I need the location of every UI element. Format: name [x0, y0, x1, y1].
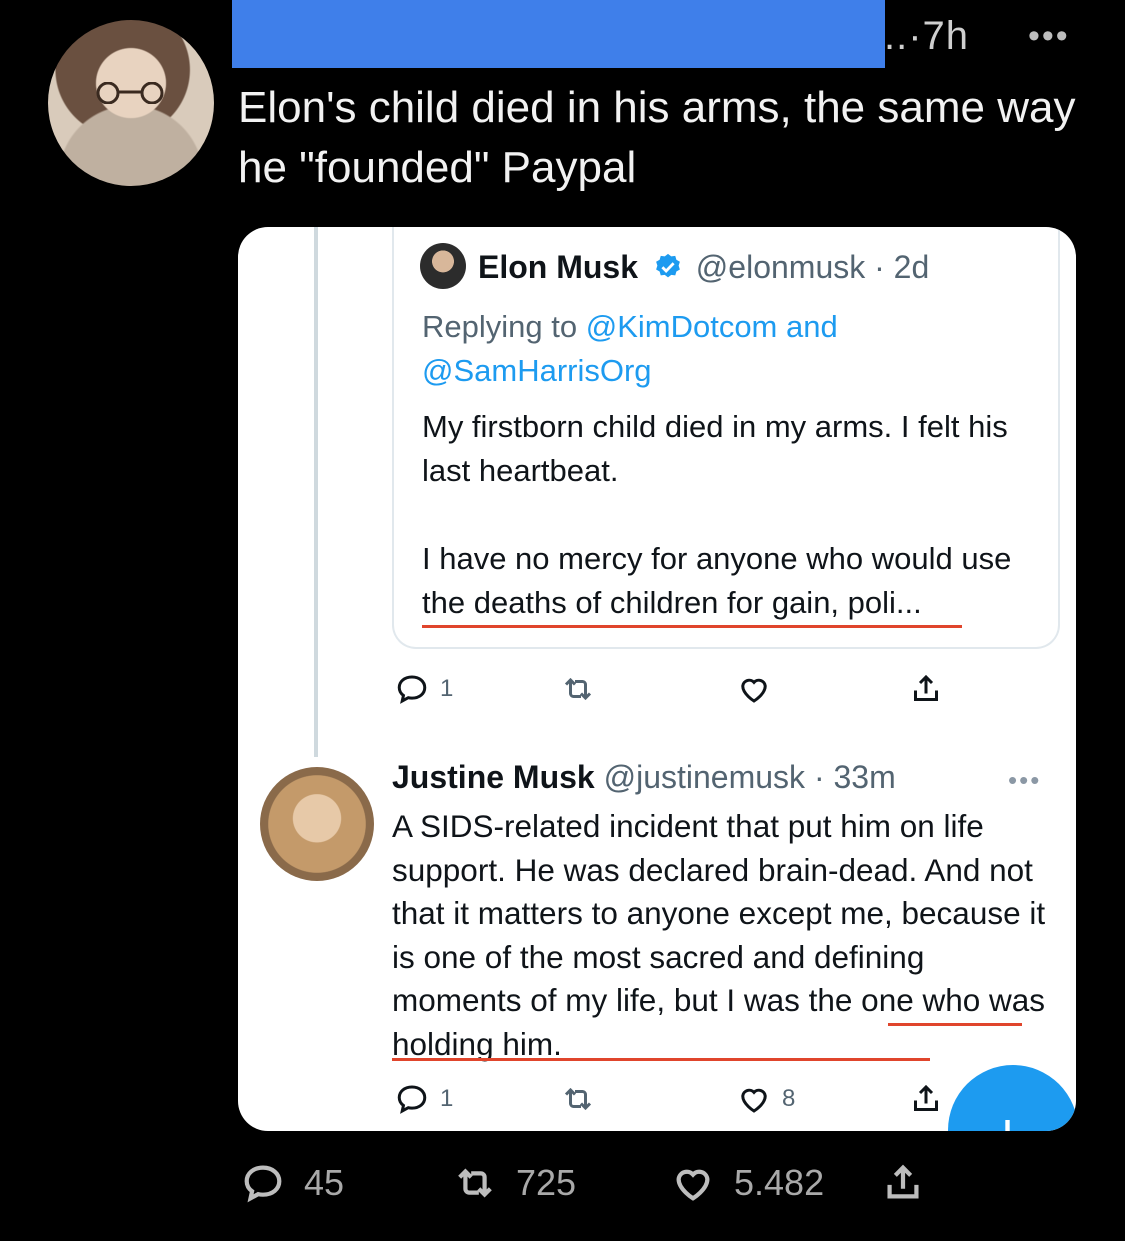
- like-button[interactable]: 5.482: [670, 1160, 824, 1206]
- heart-icon: [676, 1169, 710, 1201]
- red-underline-annotation: [888, 1023, 1022, 1026]
- reply-button[interactable]: 45: [240, 1160, 344, 1206]
- quoted-tweet-header: Elon Musk @elonmusk · 2d: [478, 249, 929, 286]
- red-underline-annotation: [392, 1058, 930, 1061]
- reply-age: · 33m: [813, 759, 896, 795]
- like-count: 8: [782, 1085, 796, 1112]
- reply-count: 1: [440, 1085, 454, 1112]
- reply-icon: [397, 675, 427, 704]
- heart-icon: [741, 678, 767, 703]
- embedded-screenshot-card: Elon Musk @elonmusk · 2d Replying to @Ki…: [238, 227, 1076, 1131]
- reply-to-link-kimdotcom[interactable]: @KimDotcom: [586, 309, 778, 344]
- reply-body: A SIDS-related incident that put him on …: [392, 808, 1046, 1062]
- share-icon: [914, 1084, 938, 1111]
- more-options-icon[interactable]: •••: [1028, 19, 1070, 53]
- author-avatar[interactable]: [48, 20, 214, 186]
- tweet-timestamp: ..·7h: [884, 14, 970, 58]
- justine-avatar[interactable]: [260, 767, 374, 881]
- quoted-author-handle[interactable]: @elonmusk: [696, 249, 865, 285]
- quoted-tweet-body: My firstborn child died in my arms. I fe…: [422, 405, 1042, 669]
- share-icon: [914, 674, 938, 701]
- glasses-graphic: [96, 82, 164, 104]
- retweet-icon: [564, 677, 592, 701]
- quoted-author-name[interactable]: Elon Musk: [478, 249, 638, 285]
- verified-badge-icon: [656, 253, 680, 278]
- quoted-paragraph-2: I have no mercy for anyone who would use…: [422, 541, 1012, 620]
- tweet-text: Elon's child died in his arms, the same …: [238, 83, 1076, 192]
- share-icon: [887, 1164, 919, 1199]
- reply-count: 1: [440, 675, 454, 702]
- reply-more-icon[interactable]: •••: [1008, 765, 1041, 796]
- red-underline-annotation: [422, 625, 962, 628]
- reply-button[interactable]: 1: [394, 1081, 453, 1117]
- retweet-button[interactable]: 725: [452, 1160, 576, 1206]
- reply-icon: [397, 1085, 427, 1114]
- reply-icon: [244, 1165, 282, 1203]
- reply-header: Justine Musk @justinemusk · 33m: [392, 759, 896, 796]
- retweet-button[interactable]: [560, 671, 596, 707]
- quoted-tweet[interactable]: Elon Musk @elonmusk · 2d Replying to @Ki…: [392, 227, 1060, 649]
- plus-icon: +: [990, 1105, 1025, 1132]
- reply-to-and: and: [786, 309, 838, 344]
- retweet-count: 725: [516, 1162, 577, 1203]
- retweet-icon: [564, 1087, 592, 1111]
- like-button[interactable]: [736, 671, 772, 707]
- reply-author-name[interactable]: Justine Musk: [392, 759, 595, 795]
- compose-fab-button[interactable]: +: [948, 1065, 1076, 1131]
- replying-to-label: Replying to: [422, 309, 578, 344]
- retweet-button[interactable]: [560, 1081, 596, 1117]
- tweet-action-bar: 45 725 5.482: [0, 1160, 1125, 1210]
- reply-author-handle[interactable]: @justinemusk: [604, 759, 805, 795]
- share-button[interactable]: [908, 671, 944, 707]
- thread-action-bar: 1: [238, 671, 1076, 711]
- share-button[interactable]: [880, 1160, 926, 1206]
- redacted-username-bar: [232, 0, 885, 68]
- reply-button[interactable]: 1: [394, 671, 453, 707]
- retweet-icon: [458, 1168, 492, 1198]
- heart-icon: [741, 1088, 767, 1113]
- quoted-paragraph-1: My firstborn child died in my arms. I fe…: [422, 409, 1008, 488]
- quoted-tweet-age: · 2d: [874, 249, 930, 285]
- share-button[interactable]: [908, 1081, 944, 1117]
- like-button[interactable]: 8: [736, 1081, 795, 1117]
- like-count: 5.482: [734, 1162, 825, 1203]
- elon-avatar[interactable]: [420, 243, 466, 289]
- replying-to-line: Replying to @KimDotcom and @SamHarrisOrg: [422, 305, 1042, 393]
- reply-to-link-samharrisorg[interactable]: @SamHarrisOrg: [422, 353, 652, 388]
- reply-count: 45: [304, 1162, 345, 1203]
